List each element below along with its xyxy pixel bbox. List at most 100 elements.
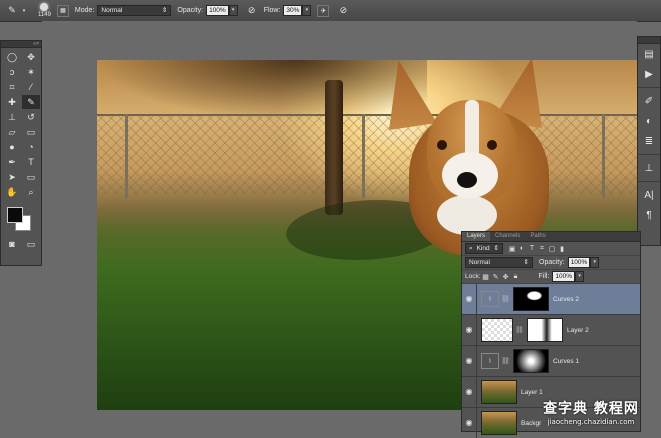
- separator: [638, 84, 660, 88]
- layer-mask-thumbnail[interactable]: [513, 287, 549, 311]
- brush-panel-toggle-icon[interactable]: ▦: [56, 4, 69, 17]
- watermark-url: jiaocheng.chazidian.com: [547, 418, 635, 426]
- layer-thumbnail[interactable]: [481, 380, 517, 404]
- shape-tool-icon[interactable]: ▭: [22, 170, 40, 184]
- separator: [638, 151, 660, 155]
- filter-pixel-icon[interactable]: ▣: [507, 244, 517, 253]
- tools-panel: «× ◯ ✥ ↄ ✶ ⌗ ⁄ ✚ ✎ ⊥ ↺ ▱ ▭ ● ◔ ✒ T ➤ ▭ ✋…: [0, 40, 42, 266]
- opacity-dropdown-icon[interactable]: ▾: [590, 257, 600, 268]
- lock-transparent-icon[interactable]: ▦: [481, 272, 491, 281]
- lock-fill-row: Lock: ▦ ✎ ✥ 🔒︎ Fill: 100% ▾: [462, 270, 640, 284]
- path-selection-tool-icon[interactable]: ➤: [3, 170, 21, 184]
- visibility-eye-icon[interactable]: ◉: [462, 408, 477, 438]
- zoom-tool-icon[interactable]: ⌕: [22, 185, 40, 199]
- visibility-eye-icon[interactable]: ◉: [462, 284, 477, 314]
- gradient-tool-icon[interactable]: ▭: [22, 125, 40, 139]
- paragraph-panel-icon[interactable]: ¶: [638, 205, 660, 225]
- pen-tool-icon[interactable]: ✒: [3, 155, 21, 169]
- brush-tool-icon[interactable]: ✎: [6, 5, 18, 17]
- brush-tool-icon[interactable]: ✎: [22, 95, 40, 109]
- tab-channels[interactable]: Channels: [490, 232, 525, 241]
- filter-kind-select[interactable]: ⌕ Kind ⇕: [465, 243, 503, 254]
- filter-type-icon[interactable]: T: [527, 244, 537, 253]
- fence-post: [125, 114, 128, 198]
- mode-select[interactable]: Normal ⇕: [97, 5, 172, 16]
- layer-thumbnail[interactable]: [481, 411, 517, 435]
- flow-label: Flow:: [263, 7, 281, 14]
- history-brush-tool-icon[interactable]: ↺: [22, 110, 40, 124]
- collapsed-panels-strip: ▤ ▶ ✐ ◐ ≣ ⊥ A| ¶: [637, 36, 661, 246]
- fill-dropdown-icon[interactable]: ▾: [575, 271, 585, 282]
- filter-shape-icon[interactable]: ⌗: [537, 244, 547, 253]
- tab-paths[interactable]: Paths: [525, 232, 550, 241]
- brush-tip-icon: [40, 3, 49, 11]
- layer-thumbnail[interactable]: [481, 318, 513, 342]
- lock-image-icon[interactable]: ✎: [491, 272, 501, 281]
- crop-tool-icon[interactable]: ⌗: [3, 80, 21, 94]
- mode-label: Mode:: [74, 7, 95, 14]
- lock-position-icon[interactable]: ✥: [501, 272, 511, 281]
- fill-input[interactable]: 100%: [552, 271, 576, 282]
- blend-mode-select[interactable]: Normal ⇕: [465, 257, 533, 268]
- fence-post: [362, 114, 365, 198]
- lock-all-icon[interactable]: 🔒︎: [511, 272, 521, 281]
- flow-dropdown-icon[interactable]: ▾: [302, 5, 312, 16]
- visibility-eye-icon[interactable]: ◉: [462, 315, 477, 345]
- hand-tool-icon[interactable]: ✋: [3, 185, 21, 199]
- mask-link-icon[interactable]: ⛓: [501, 357, 510, 365]
- brush-presets-icon[interactable]: ✐: [638, 91, 660, 111]
- dog-nose: [457, 172, 477, 188]
- pressure-size-icon[interactable]: ⊘: [337, 5, 349, 17]
- move-tool-icon[interactable]: ✥: [22, 50, 40, 64]
- layer-mask-thumbnail[interactable]: [513, 349, 549, 373]
- visibility-eye-icon[interactable]: ◉: [462, 377, 477, 407]
- filter-adjustment-icon[interactable]: ◐: [517, 244, 527, 253]
- tree-trunk: [325, 80, 343, 215]
- quick-mask-icon[interactable]: ◙: [3, 237, 21, 251]
- dropdown-arrow-icon[interactable]: ▾: [18, 5, 30, 17]
- layer-row-curves-2[interactable]: ◉ ⌇ ⛓ Curves 2: [462, 284, 640, 315]
- opacity-input[interactable]: 100%: [206, 5, 229, 16]
- type-tool-icon[interactable]: T: [22, 155, 40, 169]
- actions-panel-icon[interactable]: ▶: [638, 64, 660, 84]
- eraser-tool-icon[interactable]: ▱: [3, 125, 21, 139]
- foreground-color-swatch[interactable]: [7, 207, 23, 223]
- history-panel-icon[interactable]: ▤: [638, 44, 660, 64]
- layer-row-layer-2[interactable]: ◉ ⛓ Layer 2: [462, 315, 640, 346]
- mask-link-icon[interactable]: ⛓: [515, 326, 524, 334]
- mask-link-icon[interactable]: ⛓: [501, 295, 510, 303]
- dodge-tool-icon[interactable]: ◔: [22, 140, 40, 154]
- magic-wand-tool-icon[interactable]: ✶: [22, 65, 40, 79]
- flow-input[interactable]: 30%: [283, 5, 303, 16]
- tab-layers[interactable]: Layers: [462, 232, 491, 241]
- pressure-opacity-icon[interactable]: ⊘: [246, 5, 258, 17]
- lasso-tool-icon[interactable]: ↄ: [3, 65, 21, 79]
- eyedropper-tool-icon[interactable]: ⁄: [22, 80, 40, 94]
- healing-brush-tool-icon[interactable]: ✚: [3, 95, 21, 109]
- marquee-tool-icon[interactable]: ◯: [3, 50, 21, 64]
- visibility-eye-icon[interactable]: ◉: [462, 346, 477, 376]
- layer-row-curves-1[interactable]: ◉ ⌇ ⛓ Curves 1: [462, 346, 640, 377]
- search-icon: ⌕: [469, 245, 473, 252]
- layer-mask-thumbnail[interactable]: [527, 318, 563, 342]
- filter-smart-object-icon[interactable]: ▢: [547, 244, 557, 253]
- panel-collapse-icon[interactable]: «×: [1, 41, 41, 48]
- blend-opacity-row: Normal ⇕ Opacity: 100% ▾: [462, 256, 640, 270]
- clone-source-icon[interactable]: ⊥: [638, 158, 660, 178]
- character-panel-icon[interactable]: A|: [638, 185, 660, 205]
- clone-stamp-tool-icon[interactable]: ⊥: [3, 110, 21, 124]
- opacity-dropdown-icon[interactable]: ▾: [228, 5, 238, 16]
- properties-icon[interactable]: ≣: [638, 131, 660, 151]
- filter-toggle-icon[interactable]: ▮: [557, 244, 567, 253]
- screen-mode-icon[interactable]: ▭: [22, 237, 40, 251]
- blur-tool-icon[interactable]: ●: [3, 140, 21, 154]
- strip-header[interactable]: [638, 37, 660, 44]
- layer-name: Layer 2: [567, 326, 589, 334]
- dog-chest: [437, 195, 497, 235]
- layer-opacity-input[interactable]: 100%: [567, 257, 591, 268]
- fence-rail: [97, 114, 640, 116]
- select-arrows-icon: ⇕: [523, 259, 529, 266]
- adjustments-icon[interactable]: ◐: [638, 111, 660, 131]
- brush-preset-picker[interactable]: 1149: [38, 2, 51, 19]
- airbrush-icon[interactable]: ✈: [317, 4, 330, 17]
